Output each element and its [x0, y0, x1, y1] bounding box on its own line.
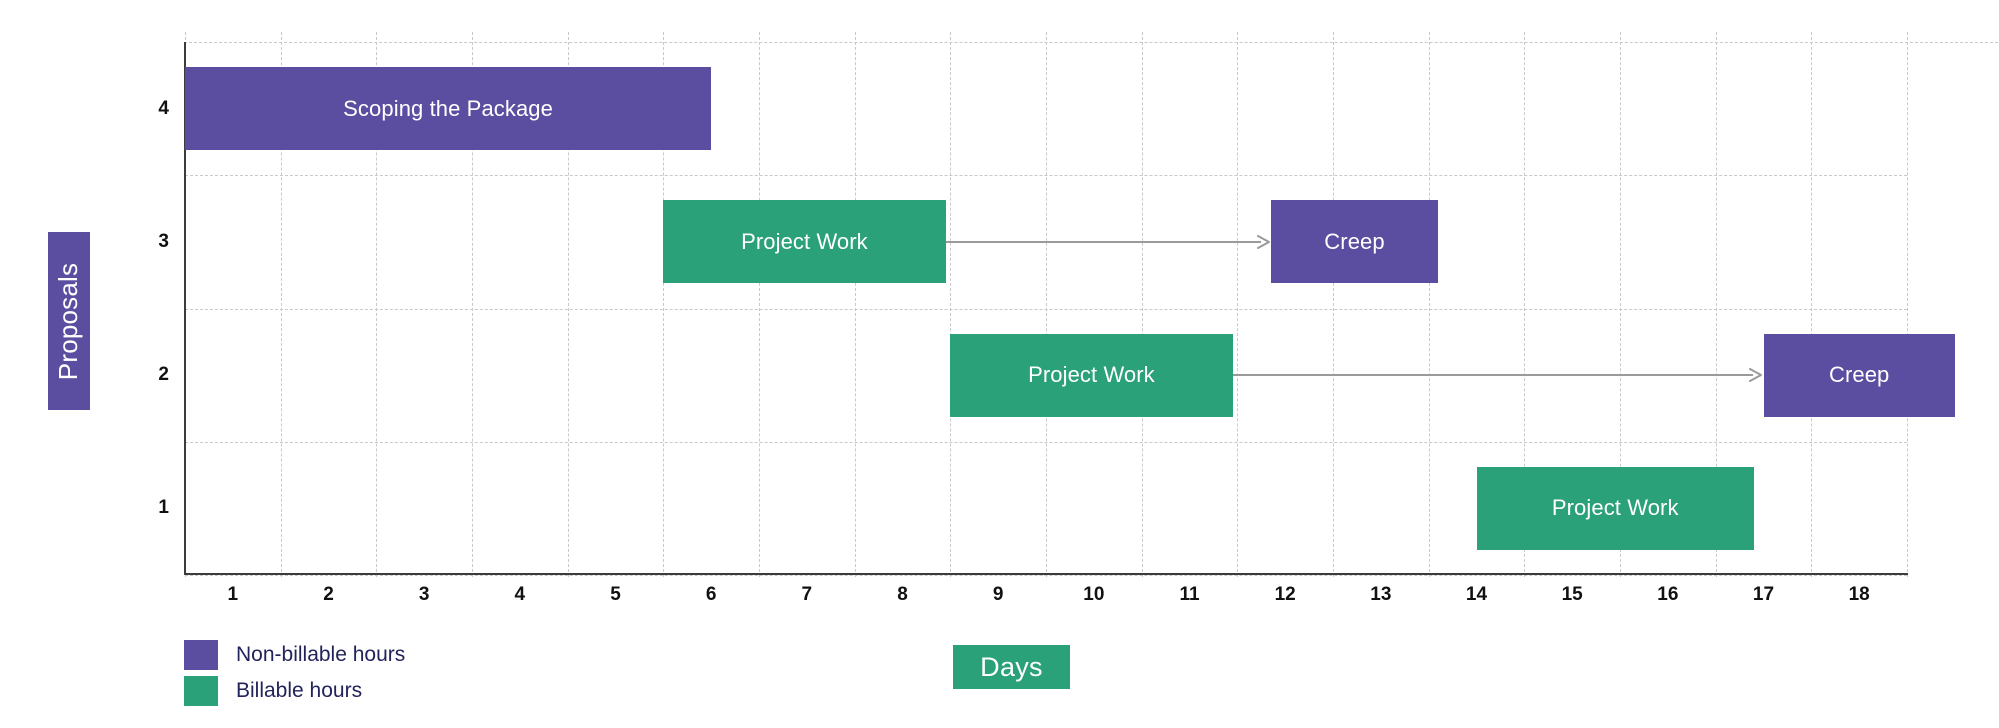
x-axis-tick-label: 12 — [1274, 584, 1296, 605]
x-axis-tick-label: 10 — [1083, 584, 1105, 605]
connector-arrow-shaft — [945, 240, 1261, 243]
x-axis-tick-label: 2 — [323, 584, 334, 605]
x-axis-tick-label: 8 — [897, 584, 908, 605]
legend-item-label: Non-billable hours — [236, 643, 406, 666]
y-axis-title: Proposals — [48, 232, 90, 410]
horizontal-gridline — [185, 175, 1907, 177]
x-axis-tick-label: 7 — [801, 584, 813, 605]
legend-swatch — [184, 640, 218, 670]
x-axis-title: Days — [953, 645, 1070, 689]
vertical-gridline — [1907, 32, 1908, 577]
task-bar-label: Project Work — [741, 228, 868, 254]
task-bar-label: Creep — [1828, 362, 1890, 388]
x-axis-tick-label: 9 — [992, 584, 1004, 605]
x-axis-tick-label: 14 — [1465, 584, 1488, 605]
y-axis-title-label: Proposals — [53, 262, 84, 380]
legend-item[interactable]: Billable hours — [184, 673, 405, 709]
task-bar-label: Scoping the Package — [343, 95, 553, 121]
vertical-gridline — [1428, 32, 1430, 577]
legend: Non-billable hours Billable hours — [184, 637, 405, 709]
y-axis-tick-label: 3 — [158, 230, 169, 252]
y-axis-tick-label: 2 — [158, 364, 169, 386]
vertical-gridline — [854, 32, 856, 577]
legend-swatch — [184, 676, 218, 706]
x-axis-tick-label: 11 — [1179, 584, 1200, 605]
vertical-gridline — [1141, 32, 1143, 577]
x-axis-tick-label: 4 — [514, 584, 526, 605]
x-axis-tick-label: 18 — [1848, 584, 1870, 605]
x-axis-tick-label: 13 — [1370, 584, 1392, 605]
y-axis-tick-label: 4 — [158, 97, 169, 119]
task-bar[interactable]: Creep — [1270, 200, 1439, 284]
horizontal-gridline — [185, 575, 1907, 576]
horizontal-gridline — [184, 42, 1999, 43]
x-axis-tick-label: 15 — [1561, 584, 1583, 605]
x-axis-tick-label: 5 — [610, 584, 621, 605]
x-axis-tick-label: 6 — [705, 584, 717, 605]
vertical-gridline — [1046, 32, 1047, 577]
plot-area: Scoping the Package Project Work Creep Proj… — [184, 32, 1999, 577]
y-axis-tick-label: 1 — [158, 497, 169, 519]
horizontal-gridline — [185, 308, 1907, 310]
connector-arrow — [945, 234, 1271, 249]
x-axis-title-label: Days — [980, 651, 1043, 682]
task-bar[interactable]: Creep — [1763, 333, 1955, 417]
gantt-chart: Proposals 1234 Scoping the Package Projec… — [0, 0, 1999, 728]
legend-item[interactable]: Non-billable hours — [184, 637, 405, 673]
connector-arrow — [1232, 368, 1764, 383]
task-bar[interactable]: Project Work — [950, 333, 1233, 417]
horizontal-gridline — [185, 441, 1907, 443]
task-bar[interactable]: Project Work — [1476, 466, 1754, 550]
vertical-gridline — [1811, 32, 1813, 577]
x-axis-tick-label: 3 — [418, 584, 430, 605]
x-axis-line — [184, 573, 1908, 575]
connector-arrow-head-icon — [1749, 368, 1763, 383]
x-axis-tick-label: 16 — [1657, 584, 1679, 605]
connector-arrow-shaft — [1232, 374, 1754, 377]
vertical-gridline — [1333, 32, 1334, 577]
legend-item-label: Billable hours — [236, 679, 363, 702]
task-bar[interactable]: Project Work — [663, 200, 946, 284]
task-bar-label: Creep — [1324, 228, 1385, 254]
task-bar-label: Project Work — [1028, 362, 1155, 388]
x-axis-tick-label: 17 — [1752, 584, 1775, 605]
vertical-gridline — [759, 32, 760, 577]
vertical-gridline — [1237, 32, 1239, 577]
x-axis-tick-label: 1 — [227, 584, 239, 605]
task-bar-label: Project Work — [1551, 495, 1679, 521]
connector-arrow-head-icon — [1256, 234, 1271, 249]
vertical-gridline — [950, 32, 952, 577]
task-bar[interactable]: Scoping the Package — [185, 67, 712, 151]
